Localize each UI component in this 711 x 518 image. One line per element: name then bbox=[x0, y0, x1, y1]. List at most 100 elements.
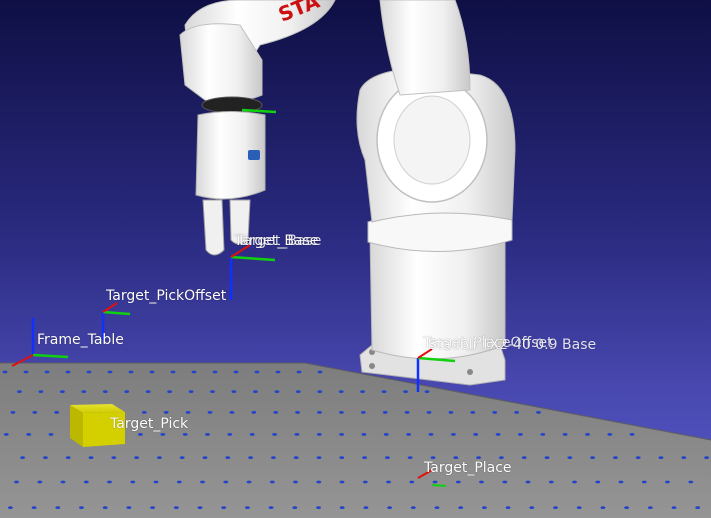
table-hole bbox=[212, 370, 218, 374]
table-hole bbox=[150, 506, 156, 509]
table-hole bbox=[249, 433, 255, 436]
table-hole bbox=[81, 390, 87, 393]
table-hole bbox=[17, 390, 22, 393]
table-hole bbox=[572, 480, 577, 484]
table-hole bbox=[126, 506, 132, 509]
table-hole bbox=[37, 480, 43, 484]
table-hole bbox=[505, 506, 511, 509]
table-hole bbox=[134, 456, 140, 459]
table-hole bbox=[316, 480, 322, 484]
table-hole bbox=[428, 433, 434, 436]
table-hole bbox=[590, 456, 595, 459]
table-hole bbox=[138, 433, 143, 436]
table-hole bbox=[410, 506, 416, 509]
table-hole bbox=[476, 456, 481, 459]
table-hole bbox=[492, 411, 498, 414]
table-hole bbox=[44, 370, 50, 374]
table-hole bbox=[229, 411, 235, 414]
table-hole bbox=[647, 506, 653, 509]
table-hole bbox=[293, 456, 299, 459]
table-hole bbox=[618, 480, 624, 484]
label-frame-table[interactable]: Frame_Table bbox=[37, 332, 124, 348]
table-hole bbox=[540, 433, 546, 436]
table-hole bbox=[293, 480, 298, 484]
table-hole bbox=[339, 433, 344, 436]
table-hole bbox=[292, 506, 298, 509]
table-hole bbox=[269, 480, 275, 484]
table-hole bbox=[248, 456, 254, 459]
label-target-place[interactable]: Target_Place bbox=[424, 460, 512, 476]
table-hole bbox=[102, 390, 108, 393]
table-hole bbox=[635, 456, 641, 459]
table-hole bbox=[409, 480, 415, 484]
table-hole bbox=[595, 480, 601, 484]
table-hole bbox=[404, 411, 410, 414]
table-hole bbox=[153, 480, 159, 484]
label-target-pickoffset[interactable]: Target_PickOffset bbox=[106, 288, 226, 304]
table-hole bbox=[695, 506, 701, 509]
label-target-base-overlap[interactable]: Target_Base bbox=[237, 233, 321, 249]
table-hole bbox=[79, 506, 84, 509]
table-hole bbox=[188, 390, 194, 393]
label-robot-base[interactable]: Staubli TX2-40 0.9 Base bbox=[428, 337, 596, 353]
table-hole bbox=[43, 456, 48, 459]
table-hole bbox=[316, 456, 322, 459]
table-hole bbox=[31, 506, 37, 509]
table-hole bbox=[361, 433, 367, 436]
base-bolt bbox=[369, 363, 375, 369]
table-hole bbox=[536, 411, 541, 414]
table-hole bbox=[514, 411, 519, 414]
table-hole bbox=[383, 433, 389, 436]
table-hole bbox=[448, 411, 454, 414]
table-hole bbox=[385, 456, 390, 459]
table-hole bbox=[197, 506, 203, 509]
label-target-pick[interactable]: Target_Pick bbox=[110, 416, 188, 432]
table-hole bbox=[403, 390, 408, 393]
table-hole bbox=[479, 480, 484, 484]
table-hole bbox=[529, 506, 535, 509]
table-hole bbox=[362, 480, 368, 484]
table-hole bbox=[567, 456, 573, 459]
table-hole bbox=[207, 411, 213, 414]
table-hole bbox=[124, 390, 130, 393]
table-hole bbox=[363, 506, 369, 509]
3d-viewport[interactable]: STA Target_Base Target_Base Target_PickO… bbox=[0, 0, 711, 518]
table-hole bbox=[271, 456, 276, 459]
table-hole bbox=[233, 370, 239, 374]
table-hole bbox=[60, 480, 66, 484]
table-hole bbox=[473, 433, 479, 436]
base-bolt bbox=[467, 369, 473, 375]
table-hole bbox=[434, 506, 440, 509]
scene-canvas[interactable]: STA bbox=[0, 0, 711, 518]
table-hole bbox=[54, 411, 60, 414]
table-hole bbox=[272, 433, 277, 436]
table-hole bbox=[274, 390, 280, 393]
table-hole bbox=[65, 370, 71, 374]
table-hole bbox=[406, 433, 411, 436]
table-hole bbox=[200, 480, 205, 484]
table-hole bbox=[48, 433, 54, 436]
table-hole bbox=[26, 433, 32, 436]
robot-arm[interactable]: STA bbox=[179, 0, 516, 386]
table-hole bbox=[160, 433, 166, 436]
table-hole bbox=[83, 480, 89, 484]
table-hole bbox=[518, 433, 523, 436]
table-hole bbox=[455, 480, 461, 484]
table-hole bbox=[179, 456, 185, 459]
table-hole bbox=[316, 506, 321, 509]
table-hole bbox=[86, 370, 92, 374]
table-hole bbox=[128, 370, 134, 374]
table-hole bbox=[482, 506, 487, 509]
table-hole bbox=[185, 411, 191, 414]
table-hole bbox=[10, 411, 16, 414]
table-hole bbox=[495, 433, 501, 436]
table-hole bbox=[432, 480, 438, 484]
table-hole bbox=[658, 456, 664, 459]
table-hole bbox=[246, 480, 252, 484]
table-hole bbox=[253, 390, 258, 393]
table-hole bbox=[317, 390, 323, 393]
table-hole bbox=[88, 456, 94, 459]
table-hole bbox=[681, 456, 687, 459]
table-hole bbox=[688, 480, 694, 484]
table-hole bbox=[32, 411, 38, 414]
